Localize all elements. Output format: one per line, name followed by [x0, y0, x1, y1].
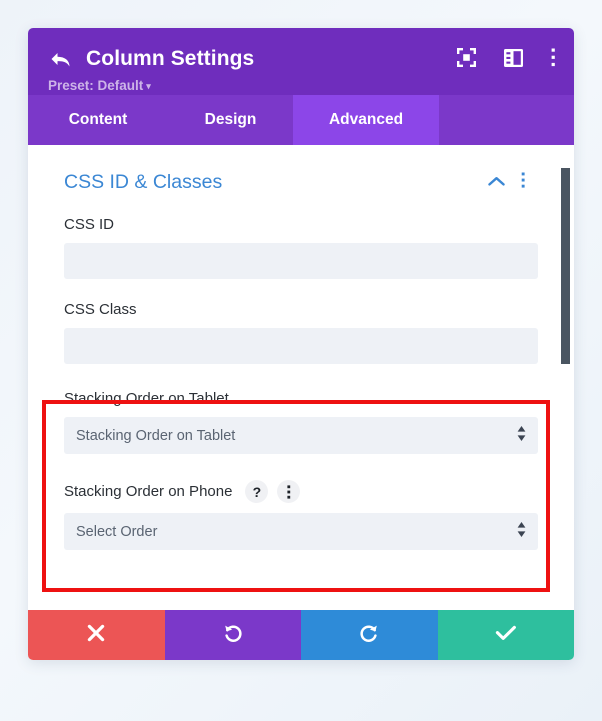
stacking-phone-label-icons: ?	[245, 480, 301, 503]
stacking-tablet-select[interactable]: Stacking Order on Tablet	[64, 417, 538, 454]
help-question-icon[interactable]: ?	[245, 480, 269, 503]
stacking-tablet-value: Stacking Order on Tablet	[64, 417, 538, 454]
settings-body: CSS ID & Classes CSS ID CSS Class Stacki…	[28, 145, 574, 610]
modal-header: Column Settings Preset: Default ▾	[28, 28, 574, 95]
preset-selector[interactable]: Preset: Default ▾	[48, 78, 554, 93]
scrollbar-thumb[interactable]	[561, 168, 570, 364]
redo-button[interactable]	[301, 610, 438, 660]
section-controls	[488, 172, 526, 194]
section-kebab-menu-icon[interactable]	[521, 172, 526, 194]
css-class-label: CSS Class	[64, 301, 137, 318]
tab-advanced-label: Advanced	[328, 111, 404, 128]
field-stacking-order-phone: Stacking Order on Phone ? Select Order	[28, 480, 574, 550]
back-arrow-icon[interactable]	[48, 48, 74, 72]
save-button[interactable]	[437, 610, 574, 660]
modal-footer	[28, 610, 574, 660]
select-updown-arrows-icon	[516, 521, 527, 543]
undo-button[interactable]	[164, 610, 301, 660]
tab-design-label: Design	[204, 111, 257, 128]
stacking-phone-label-row: Stacking Order on Phone ?	[64, 480, 538, 503]
layout-panel-icon[interactable]	[504, 48, 523, 72]
tab-content[interactable]: Content	[28, 95, 168, 145]
tab-content-label: Content	[68, 111, 128, 128]
stacking-tablet-label-row: Stacking Order on Tablet	[64, 390, 538, 407]
tab-advanced[interactable]: Advanced	[293, 95, 439, 145]
header-actions	[457, 48, 556, 72]
kebab-menu-icon[interactable]	[551, 48, 556, 72]
stacking-tablet-label: Stacking Order on Tablet	[64, 390, 229, 407]
stacking-phone-select[interactable]: Select Order	[64, 513, 538, 550]
close-x-icon	[86, 623, 106, 648]
redo-icon	[358, 622, 380, 649]
field-stacking-order-tablet: Stacking Order on Tablet Stacking Order …	[28, 390, 574, 454]
css-class-input[interactable]	[64, 328, 538, 364]
chevron-down-icon: ▾	[146, 81, 151, 91]
cancel-button[interactable]	[28, 610, 165, 660]
preset-label: Preset: Default	[48, 78, 144, 93]
select-updown-arrows-icon	[516, 425, 527, 447]
column-settings-modal: Column Settings Preset: Default ▾ Conten…	[28, 28, 574, 660]
help-question-glyph: ?	[252, 483, 262, 500]
undo-icon	[222, 622, 244, 649]
section-header-css-id-classes[interactable]: CSS ID & Classes	[28, 145, 574, 194]
field-css-class: CSS Class	[28, 301, 574, 364]
tab-design[interactable]: Design	[168, 95, 293, 145]
css-id-input[interactable]	[64, 243, 538, 279]
stacking-phone-value: Select Order	[64, 513, 538, 550]
focus-target-icon[interactable]	[457, 48, 476, 72]
tab-bar: Content Design Advanced	[28, 95, 574, 145]
stacking-phone-kebab-menu-icon[interactable]	[277, 480, 301, 503]
css-id-label: CSS ID	[64, 216, 115, 233]
stacking-phone-label: Stacking Order on Phone	[64, 483, 233, 500]
page-title: Column Settings	[86, 47, 255, 70]
css-id-label-row: CSS ID	[64, 216, 538, 233]
section-title: CSS ID & Classes	[64, 171, 223, 193]
chevron-up-icon[interactable]	[488, 174, 505, 192]
css-class-label-row: CSS Class	[64, 301, 538, 318]
field-css-id: CSS ID	[28, 216, 574, 279]
scrollbar-track[interactable]	[561, 145, 574, 610]
checkmark-icon	[495, 624, 517, 647]
